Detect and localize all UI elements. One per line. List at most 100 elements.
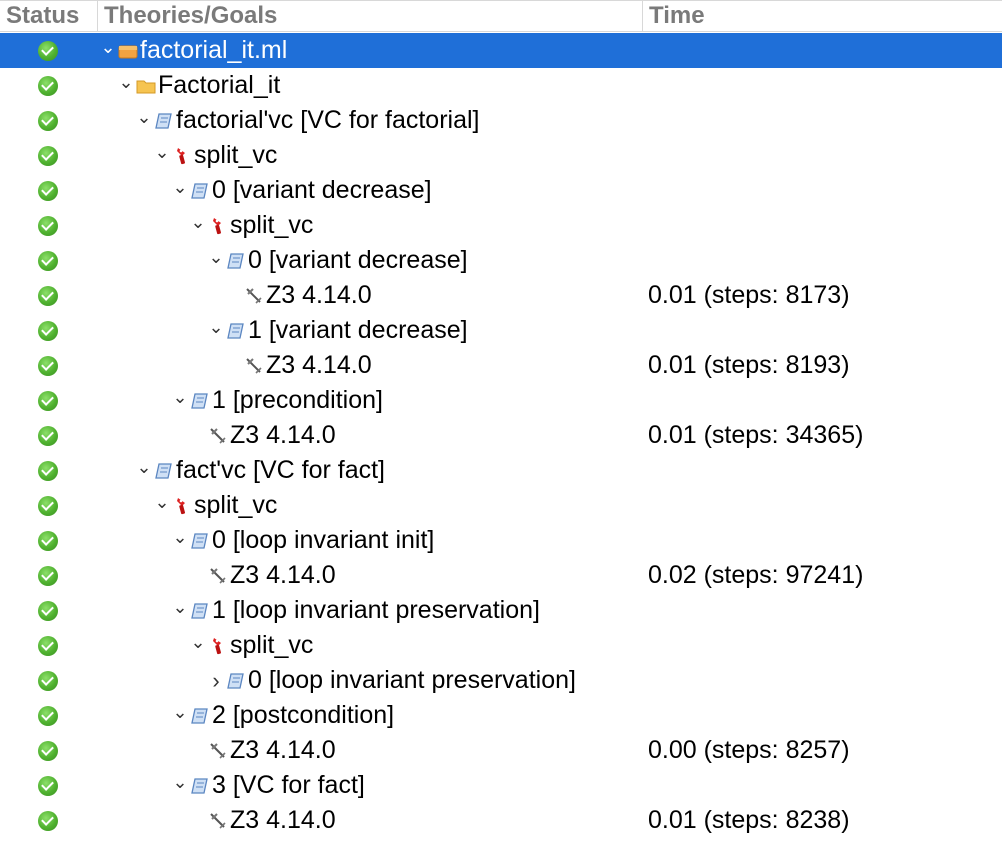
table-header: Status Theories/Goals Time <box>0 0 1002 32</box>
tree-row[interactable]: ⌄ split_vc <box>0 138 1002 173</box>
proof-tree-table: Status Theories/Goals Time ⌄ factorial_it… <box>0 0 1002 851</box>
tree-node: ⌄ 0 [variant decrease] <box>172 173 432 208</box>
chevron-down-icon[interactable]: ⌄ <box>208 317 224 337</box>
time-value: 0.01 (steps: 8238) <box>648 806 850 834</box>
chevron-right-icon[interactable]: › <box>208 663 224 698</box>
tree-row[interactable]: ⌄ 1 [precondition] <box>0 383 1002 418</box>
tree-node: ⌄ Factorial_it <box>118 68 280 103</box>
status-check-icon <box>38 41 58 61</box>
status-check-icon <box>38 461 58 481</box>
chevron-down-icon[interactable]: ⌄ <box>136 457 152 477</box>
chevron-down-icon[interactable]: ⌄ <box>190 632 206 652</box>
node-label: factorial'vc [VC for factorial] <box>176 106 480 134</box>
tree-node: ⌄ split_vc <box>154 488 277 523</box>
chevron-down-icon[interactable]: ⌄ <box>172 177 188 197</box>
goal-icon <box>154 111 174 131</box>
chevron-down-icon[interactable]: ⌄ <box>100 37 116 57</box>
tree-node: ⌄ 0 [variant decrease] <box>208 243 468 278</box>
tree-row[interactable]: Z3 4.14.0 0.01 (steps: 8173) <box>0 278 1002 313</box>
column-header-theories-goals[interactable]: Theories/Goals <box>98 1 643 31</box>
status-check-icon <box>38 76 58 96</box>
chevron-down-icon[interactable]: ⌄ <box>154 492 170 512</box>
tree-row[interactable]: Z3 4.14.0 0.01 (steps: 8193) <box>0 348 1002 383</box>
status-check-icon <box>38 496 58 516</box>
status-check-icon <box>38 146 58 166</box>
tree-row[interactable]: Z3 4.14.0 0.01 (steps: 34365) <box>0 418 1002 453</box>
chevron-down-icon[interactable]: ⌄ <box>172 702 188 722</box>
tree-row[interactable]: ⌄ 0 [variant decrease] <box>0 243 1002 278</box>
chevron-down-icon[interactable]: ⌄ <box>208 247 224 267</box>
status-check-icon <box>38 671 58 691</box>
node-label: 0 [loop invariant init] <box>212 526 435 554</box>
goal-icon <box>226 251 246 271</box>
tree-row[interactable]: ⌄ 1 [loop invariant preservation] <box>0 593 1002 628</box>
tree-node: ⌄ 1 [precondition] <box>172 383 383 418</box>
status-check-icon <box>38 636 58 656</box>
tree-row[interactable]: ⌄ split_vc <box>0 628 1002 663</box>
column-header-status[interactable]: Status <box>0 1 98 31</box>
time-value: 0.02 (steps: 97241) <box>648 561 864 589</box>
tree-row[interactable]: ⌄ split_vc <box>0 488 1002 523</box>
transformation-icon <box>172 146 192 166</box>
tree-row[interactable]: › 0 [loop invariant preservation] <box>0 663 1002 698</box>
status-check-icon <box>38 251 58 271</box>
goal-icon <box>190 181 210 201</box>
status-check-icon <box>38 601 58 621</box>
tree-row[interactable]: ⌄ 2 [postcondition] <box>0 698 1002 733</box>
tree-row[interactable]: ⌄ factorial'vc [VC for factorial] <box>0 103 1002 138</box>
node-label: Z3 4.14.0 <box>230 806 336 834</box>
tree-node: ⌄ 1 [loop invariant preservation] <box>172 593 540 628</box>
time-value: 0.01 (steps: 34365) <box>648 421 864 449</box>
tree-row[interactable]: ⌄ split_vc <box>0 208 1002 243</box>
tree-row[interactable]: ⌄ 1 [variant decrease] <box>0 313 1002 348</box>
tree-row[interactable]: ⌄ fact'vc [VC for fact] <box>0 453 1002 488</box>
chevron-down-icon[interactable]: ⌄ <box>154 142 170 162</box>
goal-icon <box>190 706 210 726</box>
node-label: 0 [variant decrease] <box>248 246 468 274</box>
tree-row[interactable]: ⌄ 0 [loop invariant init] <box>0 523 1002 558</box>
node-label: factorial_it.ml <box>140 36 288 64</box>
node-label: Z3 4.14.0 <box>230 736 336 764</box>
tree-row[interactable]: Z3 4.14.0 0.02 (steps: 97241) <box>0 558 1002 593</box>
chevron-down-icon[interactable]: ⌄ <box>172 527 188 547</box>
chevron-down-icon[interactable]: ⌄ <box>172 387 188 407</box>
chevron-down-icon[interactable]: ⌄ <box>136 107 152 127</box>
chevron-down-icon[interactable]: ⌄ <box>172 772 188 792</box>
node-label: fact'vc [VC for fact] <box>176 456 385 484</box>
node-label: split_vc <box>194 141 278 169</box>
tree-row[interactable]: Z3 4.14.0 0.00 (steps: 8257) <box>0 733 1002 768</box>
status-check-icon <box>38 286 58 306</box>
prover-icon <box>244 286 264 306</box>
status-check-icon <box>38 566 58 586</box>
goal-icon <box>190 531 210 551</box>
status-check-icon <box>38 741 58 761</box>
status-check-icon <box>38 391 58 411</box>
column-header-time[interactable]: Time <box>643 1 1002 31</box>
tree-row[interactable]: ⌄ 3 [VC for fact] <box>0 768 1002 803</box>
tree-node: ⌄ factorial'vc [VC for factorial] <box>136 103 479 138</box>
node-label: 0 [variant decrease] <box>212 176 432 204</box>
chevron-down-icon[interactable]: ⌄ <box>118 72 134 92</box>
prover-icon <box>208 741 228 761</box>
transformation-icon <box>208 216 228 236</box>
transformation-icon <box>208 636 228 656</box>
goal-icon <box>226 671 246 691</box>
chevron-down-icon[interactable]: ⌄ <box>190 212 206 232</box>
tree-node: › 0 [loop invariant preservation] <box>208 663 576 698</box>
node-label: 0 [loop invariant preservation] <box>248 666 576 694</box>
chevron-down-icon[interactable]: ⌄ <box>172 597 188 617</box>
node-label: 1 [loop invariant preservation] <box>212 596 540 624</box>
tree-node: ⌄ split_vc <box>154 138 277 173</box>
goal-icon <box>226 321 246 341</box>
tree-row[interactable]: Z3 4.14.0 0.01 (steps: 8238) <box>0 803 1002 838</box>
status-check-icon <box>38 426 58 446</box>
node-label: Z3 4.14.0 <box>230 561 336 589</box>
prover-icon <box>244 356 264 376</box>
tree-row[interactable]: ⌄ factorial_it.ml <box>0 33 1002 68</box>
tree-row[interactable]: ⌄ Factorial_it <box>0 68 1002 103</box>
status-check-icon <box>38 811 58 831</box>
node-label: Factorial_it <box>158 71 281 99</box>
tree-row[interactable]: ⌄ 0 [variant decrease] <box>0 173 1002 208</box>
goal-icon <box>190 776 210 796</box>
status-check-icon <box>38 111 58 131</box>
